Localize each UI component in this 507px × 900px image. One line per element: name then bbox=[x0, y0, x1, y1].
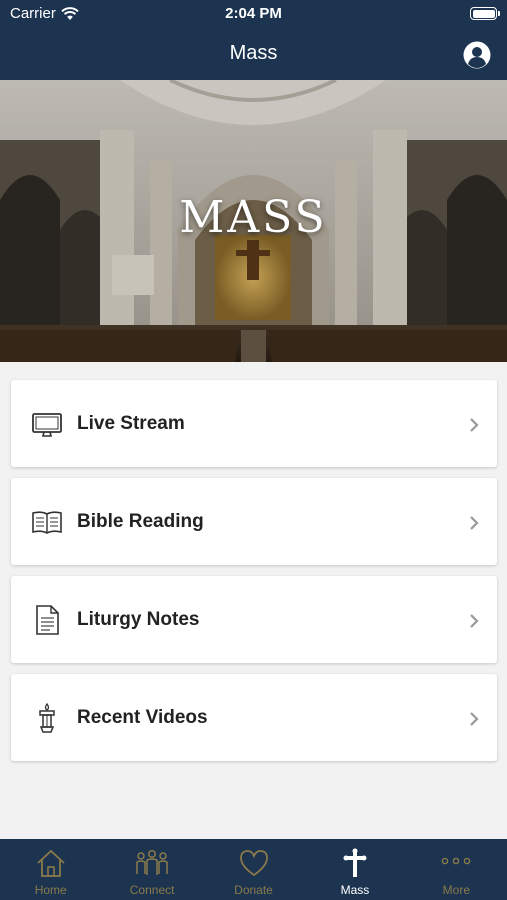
tab-label: Donate bbox=[234, 883, 273, 897]
mass-menu: Live Stream Bible Reading Liturgy Notes bbox=[11, 380, 497, 772]
chevron-right-icon bbox=[470, 516, 479, 530]
menu-item-label: Recent Videos bbox=[77, 707, 208, 728]
candle-icon bbox=[39, 702, 55, 733]
menu-item-label: Live Stream bbox=[77, 413, 185, 434]
menu-item-live-stream[interactable]: Live Stream bbox=[11, 380, 497, 467]
user-circle-icon[interactable] bbox=[463, 41, 491, 69]
menu-item-label: Bible Reading bbox=[77, 511, 204, 532]
tab-more[interactable]: More bbox=[406, 839, 507, 900]
tab-connect[interactable]: Connect bbox=[101, 839, 202, 900]
more-icon bbox=[442, 857, 471, 865]
home-icon bbox=[37, 849, 65, 877]
navigation-bar: Mass bbox=[0, 30, 507, 80]
tab-label: Mass bbox=[340, 883, 370, 897]
monitor-icon bbox=[32, 413, 62, 437]
status-time: 2:04 PM bbox=[225, 5, 282, 22]
menu-item-recent-videos[interactable]: Recent Videos bbox=[11, 674, 497, 761]
chevron-right-icon bbox=[470, 614, 479, 628]
tab-label: Home bbox=[34, 883, 67, 897]
battery-icon bbox=[470, 7, 500, 20]
tab-home[interactable]: Home bbox=[0, 839, 101, 900]
people-icon bbox=[136, 849, 168, 875]
page-title: Mass bbox=[229, 42, 278, 64]
menu-item-liturgy-notes[interactable]: Liturgy Notes bbox=[11, 576, 497, 663]
status-bar: Carrier 2:04 PM bbox=[0, 0, 507, 30]
tab-mass[interactable]: Mass bbox=[304, 839, 405, 900]
hero-title: MASS bbox=[179, 192, 328, 243]
chevron-right-icon bbox=[470, 712, 479, 726]
tab-label: More bbox=[442, 883, 470, 897]
tab-bar: Home Connect Donate Mass More bbox=[0, 839, 507, 900]
tab-donate[interactable]: Donate bbox=[203, 839, 304, 900]
document-icon bbox=[36, 605, 59, 635]
cross-icon bbox=[343, 848, 367, 877]
open-book-icon bbox=[32, 511, 62, 534]
chevron-right-icon bbox=[470, 418, 479, 432]
menu-item-label: Liturgy Notes bbox=[77, 609, 200, 630]
hero-banner: MASS bbox=[0, 80, 507, 362]
menu-item-bible-reading[interactable]: Bible Reading bbox=[11, 478, 497, 565]
tab-label: Connect bbox=[129, 883, 175, 897]
heart-icon bbox=[239, 850, 268, 877]
